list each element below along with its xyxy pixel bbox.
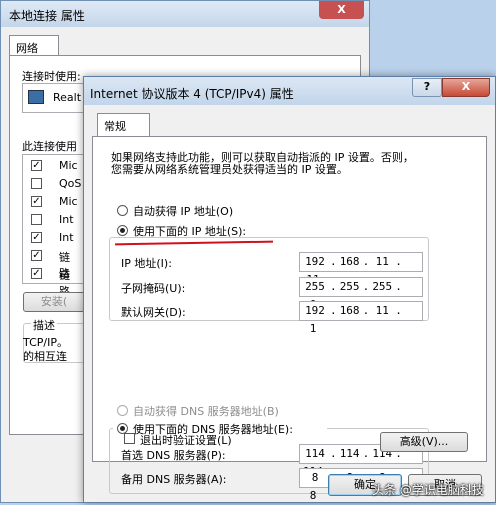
dialog-titlebar[interactable]: Internet 协议版本 4 (TCP/IPv4) 属性 ? X xyxy=(84,77,495,105)
adapter-text: Realt xyxy=(53,91,82,104)
install-button[interactable]: 安装( xyxy=(23,292,85,312)
subnet-field[interactable]: 255.255.255.0 xyxy=(299,277,423,311)
dns-alternate-label: 备用 DNS 服务器(A): xyxy=(121,473,227,486)
description-line: 的相互连 xyxy=(23,350,67,363)
item-checkbox[interactable] xyxy=(31,214,42,225)
gateway-field[interactable]: 192. 168. 11.1 xyxy=(299,301,423,335)
connect-using-label: 连接时使用: xyxy=(22,70,81,83)
tab-general[interactable]: 常规 xyxy=(97,113,150,137)
tcpip-dialog: Internet 协议版本 4 (TCP/IPv4) 属性 ? X 常规 如果网… xyxy=(83,76,496,503)
back-title: 本地连接 属性 xyxy=(9,9,85,23)
tab-general-label: 常规 xyxy=(104,120,126,133)
description-label: 描述 xyxy=(31,317,57,333)
back-tab-network[interactable]: 网络 xyxy=(9,35,59,56)
intro-line: 您需要从网络系统管理员处获得适当的 IP 设置。 xyxy=(111,163,348,176)
dns-auto-radio[interactable] xyxy=(117,405,128,416)
watermark: 头条 @学识电脑科技 xyxy=(372,483,484,497)
ip-address-field[interactable]: 192.168.11.11 xyxy=(299,252,423,286)
item-checkbox[interactable]: ✓ xyxy=(31,160,42,171)
ip-address-label: IP 地址(I): xyxy=(121,257,172,270)
items-label: 此连接使用 xyxy=(22,140,77,153)
item-checkbox[interactable]: ✓ xyxy=(31,268,42,279)
ip-auto-label: 自动获得 IP 地址(O) xyxy=(133,205,234,218)
gateway-label: 默认网关(D): xyxy=(121,306,186,319)
validate-label: 退出时验证设置(L) xyxy=(140,434,232,447)
item-checkbox[interactable] xyxy=(31,178,42,189)
ip-auto-radio[interactable] xyxy=(117,205,128,216)
ip-manual-radio[interactable] xyxy=(117,225,128,236)
advanced-button[interactable]: 高级(V)... xyxy=(380,432,468,452)
general-panel: 如果网络支持此功能，则可以获取自动指派的 IP 设置。否则， 您需要从网络系统管… xyxy=(92,136,487,502)
item-checkbox[interactable]: ✓ xyxy=(31,196,42,207)
network-adapter-icon xyxy=(28,90,44,104)
item-checkbox[interactable]: ✓ xyxy=(31,232,42,243)
back-titlebar[interactable]: 本地连接 属性 X xyxy=(1,1,369,27)
ip-manual-label: 使用下面的 IP 地址(S): xyxy=(133,225,247,238)
ip-manual-option[interactable]: 使用下面的 IP 地址(S): xyxy=(113,223,291,238)
dialog-title: Internet 协议版本 4 (TCP/IPv4) 属性 xyxy=(90,87,294,101)
dns-preferred-label: 首选 DNS 服务器(P): xyxy=(121,449,226,462)
close-button[interactable]: X xyxy=(442,78,490,97)
dns-auto-label: 自动获得 DNS 服务器地址(B) xyxy=(133,405,279,418)
item-checkbox[interactable]: ✓ xyxy=(31,250,42,261)
items-list: ✓Mic QoS ✓Mic Int ✓Int ✓链路 ✓链路 xyxy=(22,154,90,298)
help-button[interactable]: ? xyxy=(412,78,442,97)
back-tab-label: 网络 xyxy=(16,42,38,55)
back-close-button[interactable]: X xyxy=(319,1,364,19)
subnet-label: 子网掩码(U): xyxy=(121,282,186,295)
validate-checkbox[interactable] xyxy=(124,433,135,444)
